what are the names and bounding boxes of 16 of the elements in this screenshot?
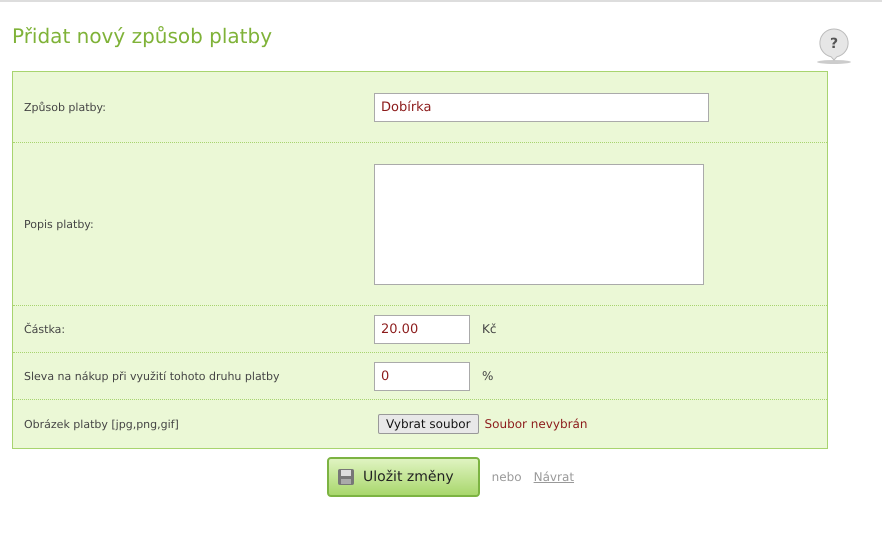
unit-label: Kč — [481, 322, 496, 336]
field-label: Způsob platby: — [23, 100, 107, 114]
unit-label: % — [481, 369, 494, 383]
field-label: Sleva na nákup při využití tohoto druhu platby — [23, 370, 280, 382]
choose-file-button[interactable]: Vybrat soubor — [378, 414, 479, 434]
save-button[interactable]: Uložit změny — [327, 457, 480, 497]
number-field[interactable]: 0 — [374, 362, 470, 390]
field-label: Obrázek platby [jpg,png,gif] — [23, 418, 180, 430]
field-label: Popis platby: — [23, 218, 95, 230]
or-text: nebo — [492, 470, 522, 484]
text-field[interactable]: Dobírka — [374, 92, 709, 122]
number-field[interactable]: 20.00 — [374, 314, 470, 344]
text-area[interactable] — [374, 164, 704, 284]
page-title: Přidat nový způsob platby — [12, 24, 272, 48]
file-status: Soubor nevybrán — [484, 417, 588, 431]
field-label: Částka: — [23, 322, 66, 336]
